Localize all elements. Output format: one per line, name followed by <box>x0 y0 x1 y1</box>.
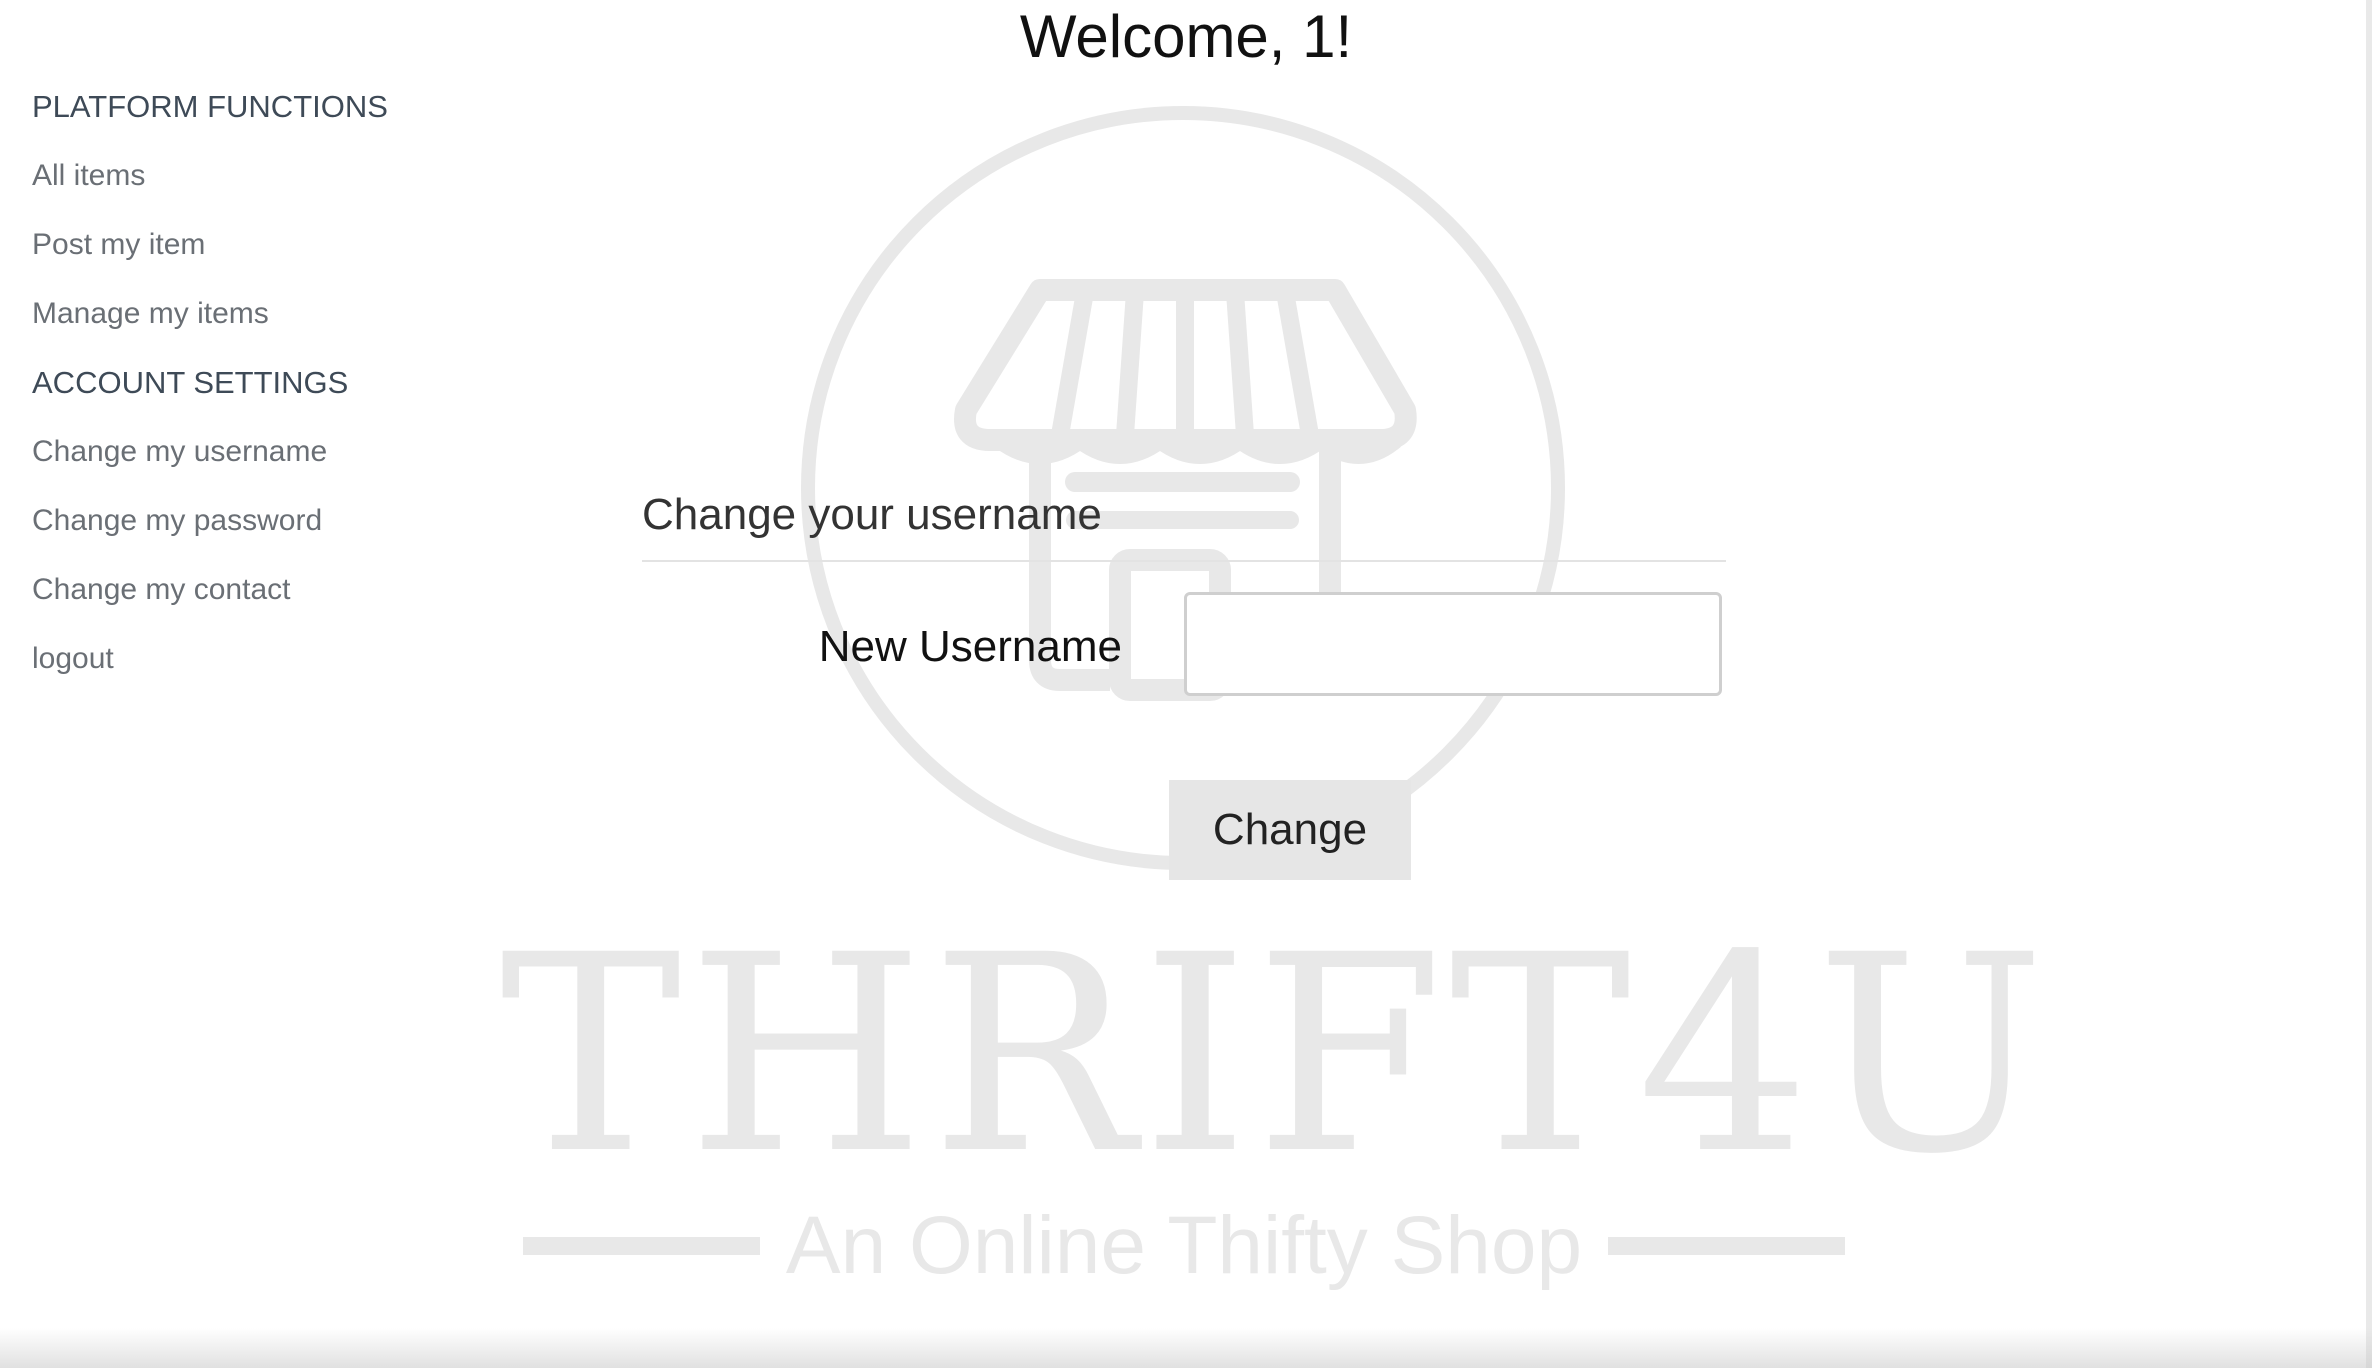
new-username-label: New Username <box>818 622 1122 671</box>
sidebar-item-post-my-item[interactable]: Post my item <box>32 224 552 293</box>
sidebar-item-change-username[interactable]: Change my username <box>32 431 552 500</box>
watermark-rule-left <box>523 1237 760 1255</box>
new-username-row: New Username <box>642 592 1726 702</box>
sidebar-item-change-contact[interactable]: Change my contact <box>32 569 552 638</box>
sidebar-item-manage-my-items[interactable]: Manage my items <box>32 293 552 362</box>
watermark-tagline: An Online Thifty Shop <box>785 1200 1583 1291</box>
window-right-edge <box>2366 0 2372 1368</box>
sidebar-item-logout[interactable]: logout <box>32 638 552 707</box>
watermark-rule-right <box>1608 1237 1845 1255</box>
sidebar-item-change-password[interactable]: Change my password <box>32 500 552 569</box>
sidebar-heading-platform-functions: PLATFORM FUNCTIONS <box>32 89 388 124</box>
form-title: Change your username <box>642 486 1726 562</box>
sidebar-heading-account-settings: ACCOUNT SETTINGS <box>32 365 349 400</box>
new-username-input[interactable] <box>1184 592 1722 696</box>
window-bottom-shadow <box>0 1328 2372 1368</box>
watermark-tagline-row: An Online Thifty Shop <box>523 1196 1845 1296</box>
welcome-heading: Welcome, 1! <box>1019 3 1353 70</box>
sidebar-item-all-items[interactable]: All items <box>32 155 552 224</box>
change-username-form: Change your username New Username <box>642 486 1726 702</box>
watermark-brand: THRIFT4U <box>500 898 2052 1214</box>
sidebar: PLATFORM FUNCTIONS All items Post my ite… <box>32 86 552 707</box>
change-button[interactable]: Change <box>1169 780 1411 880</box>
page: THRIFT4U An Online Thifty Shop Welcome, … <box>0 0 2372 1368</box>
